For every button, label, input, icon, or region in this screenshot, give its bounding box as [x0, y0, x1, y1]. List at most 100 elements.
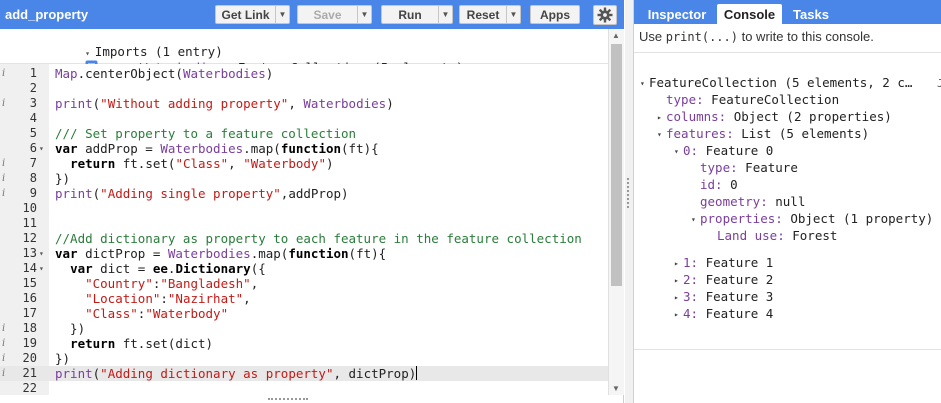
editor-scrollbar[interactable]: ▲ ▼ [608, 29, 624, 395]
expand-arrow-icon[interactable]: ▸ [674, 289, 683, 306]
code-text[interactable]: print("Adding single property",addProp) [55, 186, 349, 201]
tree-key: 3: [683, 289, 699, 304]
code-line[interactable]: 2 [0, 81, 608, 96]
tree-value: Feature 4 [698, 306, 774, 321]
code-line[interactable]: 4 [0, 111, 608, 126]
expand-arrow-icon[interactable]: ▸ [674, 306, 683, 323]
collapse-arrow-icon[interactable]: ▾ [674, 143, 683, 160]
code-text[interactable]: return ft.set(dict) [55, 336, 213, 351]
console-tree-row[interactable]: ▾ 0: Feature 0 [674, 142, 773, 160]
collapse-arrow-icon[interactable]: ▾ [640, 75, 649, 92]
code-text[interactable]: var dict = ee.Dictionary({ [55, 261, 266, 276]
reset-dropdown-icon[interactable]: ▼ [506, 6, 520, 23]
code-line[interactable]: 5 /// Set property to a feature collectio… [0, 126, 608, 141]
code-text[interactable]: print("Adding dictionary as property", d… [55, 366, 418, 381]
collapse-arrow-icon[interactable]: ▾ [657, 126, 666, 143]
code-line[interactable]: i 20}) [0, 351, 608, 366]
code-area[interactable]: i 1 Map.centerObject(Waterbodies) 2 i 3 print(… [0, 64, 608, 395]
code-line[interactable]: 11 [0, 216, 608, 231]
console-hint-post: to write to this console. [737, 29, 874, 44]
console-tree-row[interactable]: ▾ properties: Object (1 property) [691, 210, 933, 228]
code-line[interactable]: i 21 print("Adding dictionary as property"… [0, 366, 608, 381]
code-text[interactable]: //Add dictionary as property to each fea… [55, 231, 582, 246]
line-number: 20 [22, 351, 37, 365]
script-name[interactable]: add_property [5, 7, 88, 22]
apps-button[interactable]: Apps [530, 5, 580, 24]
editor-resize-handle[interactable] [268, 398, 308, 402]
code-line[interactable]: i 1 Map.centerObject(Waterbodies) [0, 66, 608, 81]
code-line[interactable]: 13 ▾ var dictProp = Waterbodies.map(functi… [0, 246, 608, 261]
line-number: 12 [22, 231, 37, 245]
code-line[interactable]: i 7 return ft.set("Class", "Waterbody") [0, 156, 608, 171]
info-icon[interactable]: i [2, 156, 12, 171]
code-text[interactable]: Map.centerObject(Waterbodies) [55, 66, 273, 81]
splitter-grip-icon[interactable] [627, 178, 631, 208]
settings-button[interactable] [593, 5, 617, 25]
reset-button[interactable]: Reset ▼ [459, 5, 521, 24]
console-tree-row[interactable]: ▾ FeatureCollection (5 elements, 2 c… [640, 74, 912, 92]
code-text[interactable]: "Class":"Waterbody" [55, 306, 228, 321]
code-text[interactable]: "Location":"Nazirhat", [55, 291, 251, 306]
info-icon[interactable]: i [2, 336, 12, 351]
code-line[interactable]: 15 "Country":"Bangladesh", [0, 276, 608, 291]
json-link[interactable]: J [937, 77, 941, 90]
info-icon[interactable]: i [2, 321, 12, 336]
code-text[interactable]: return ft.set("Class", "Waterbody") [55, 156, 333, 171]
code-line[interactable]: i 3 print("Without adding property", Water… [0, 96, 608, 111]
info-icon[interactable]: i [2, 96, 12, 111]
expand-arrow-icon[interactable]: ▸ [674, 255, 683, 272]
tab-tasks[interactable]: Tasks [785, 4, 837, 24]
code-line[interactable]: 16 "Location":"Nazirhat", [0, 291, 608, 306]
console-tree-row[interactable]: ▾ features: List (5 elements) [657, 125, 869, 143]
get-link-dropdown-icon[interactable]: ▼ [275, 6, 289, 23]
code-line[interactable]: 14 ▾ var dict = ee.Dictionary({ [0, 261, 608, 276]
run-dropdown-icon[interactable]: ▼ [438, 6, 452, 23]
console-tree-row[interactable]: ▸ 1: Feature 1 [674, 254, 773, 272]
info-icon[interactable]: i [2, 186, 12, 201]
fold-arrow-icon[interactable]: ▾ [39, 261, 49, 276]
fold-arrow-icon[interactable]: ▾ [39, 246, 49, 261]
get-link-button[interactable]: Get Link ▼ [215, 5, 290, 24]
console-tree-row[interactable]: ▸ 2: Feature 2 [674, 271, 773, 289]
code-line[interactable]: 12 //Add dictionary as property to each f… [0, 231, 608, 246]
fold-arrow-icon[interactable]: ▾ [39, 141, 49, 156]
info-icon[interactable]: i [2, 351, 12, 366]
console-hint: Use print(...) to write to this console. [639, 29, 874, 44]
save-dropdown-icon[interactable]: ▼ [357, 6, 371, 23]
info-icon[interactable]: i [2, 171, 12, 186]
expand-arrow-icon[interactable]: ▸ [657, 109, 666, 126]
save-button[interactable]: Save ▼ [297, 5, 372, 24]
code-text[interactable]: var dictProp = Waterbodies.map(function(… [55, 246, 386, 261]
console-tree-row[interactable]: ▸ columns: Object (2 properties) [657, 108, 892, 126]
console-divider [634, 349, 941, 350]
info-icon[interactable]: i [2, 366, 12, 381]
console-tree-row[interactable]: ▸ 4: Feature 4 [674, 305, 773, 323]
scroll-down-icon[interactable]: ▼ [612, 384, 620, 393]
code-line[interactable]: 10 [0, 201, 608, 216]
code-text[interactable]: var addProp = Waterbodies.map(function(f… [55, 141, 379, 156]
code-text[interactable]: }) [55, 171, 70, 186]
console-tree-row[interactable]: ▸ 3: Feature 3 [674, 288, 773, 306]
code-line[interactable]: 22 [0, 381, 608, 395]
code-line[interactable]: i 19 return ft.set(dict) [0, 336, 608, 351]
expand-arrow-icon[interactable]: ▸ [674, 272, 683, 289]
code-text[interactable]: }) [55, 321, 85, 336]
run-button[interactable]: Run ▼ [381, 5, 453, 24]
code-text[interactable]: /// Set property to a feature collection [55, 126, 356, 141]
code-text[interactable]: }) [55, 351, 70, 366]
code-line[interactable]: i 18 }) [0, 321, 608, 336]
code-line[interactable]: i 9 print("Adding single property",addProp… [0, 186, 608, 201]
editor-scroll-thumb[interactable] [611, 44, 622, 286]
code-line[interactable]: i 8}) [0, 171, 608, 186]
info-icon[interactable]: i [2, 66, 12, 81]
code-line[interactable]: 17 "Class":"Waterbody" [0, 306, 608, 321]
code-text[interactable]: "Country":"Bangladesh", [55, 276, 258, 291]
scroll-up-icon[interactable]: ▲ [612, 31, 620, 40]
panel-splitter[interactable] [625, 0, 633, 403]
code-text[interactable]: print("Without adding property", Waterbo… [55, 96, 394, 111]
code-line[interactable]: 6 ▾ var addProp = Waterbodies.map(function… [0, 141, 608, 156]
tab-console[interactable]: Console [717, 4, 782, 24]
console-tree-row: Land use: Forest [708, 227, 837, 244]
tab-inspector[interactable]: Inspector [638, 4, 716, 24]
collapse-arrow-icon[interactable]: ▾ [691, 211, 700, 228]
